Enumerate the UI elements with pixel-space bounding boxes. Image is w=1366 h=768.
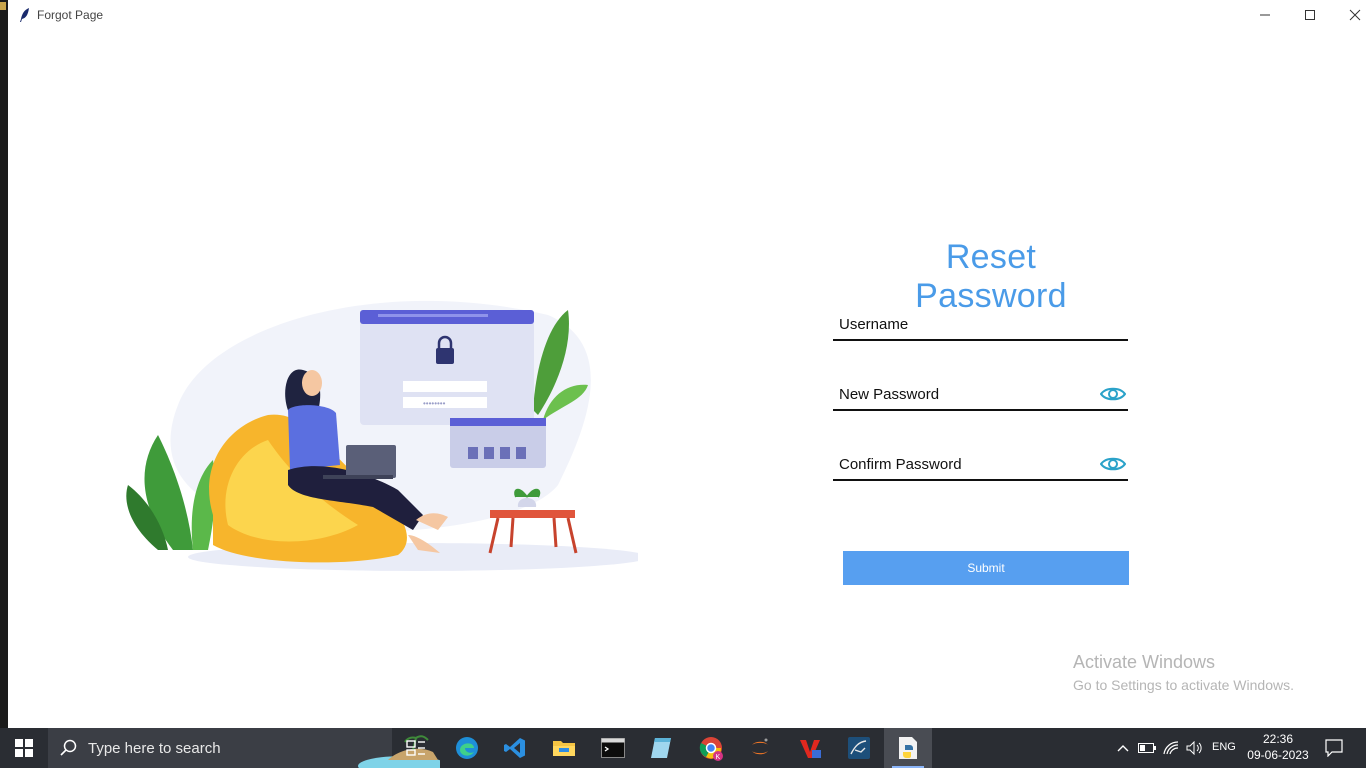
jupyter-button[interactable] <box>736 728 784 768</box>
language-indicator[interactable]: ENG <box>1212 741 1236 753</box>
vscode-button[interactable] <box>491 728 539 768</box>
svg-text:••••••••: •••••••• <box>423 399 446 408</box>
vscode-icon <box>504 738 525 758</box>
taskbar-search[interactable]: Type here to search <box>48 728 440 768</box>
clock-time: 22:36 <box>1262 732 1294 746</box>
maximize-button[interactable] <box>1287 0 1333 30</box>
battery-button[interactable] <box>1136 728 1158 768</box>
eye-icon[interactable] <box>1100 385 1126 403</box>
maximize-icon <box>1305 10 1315 20</box>
notification-icon <box>1325 739 1343 757</box>
mysql-workbench-button[interactable] <box>835 728 883 768</box>
submit-button[interactable]: Submit <box>843 551 1129 585</box>
speaker-icon <box>1186 741 1202 755</box>
chrome-button[interactable]: K <box>687 728 735 768</box>
window-title: Forgot Page <box>37 8 104 22</box>
eye-icon[interactable] <box>1100 455 1126 473</box>
watermark-title: Activate Windows <box>1073 652 1216 672</box>
network-button[interactable] <box>1160 728 1182 768</box>
new-password-input[interactable] <box>837 381 1091 407</box>
jupyter-icon <box>752 738 768 755</box>
title-bar[interactable]: Forgot Page <box>8 0 1366 30</box>
python-idle-button[interactable] <box>884 728 932 768</box>
start-button[interactable] <box>0 728 48 768</box>
show-hidden-icons-button[interactable] <box>1112 728 1134 768</box>
svg-text:K: K <box>716 754 721 761</box>
chevron-up-icon <box>1117 745 1129 752</box>
clock[interactable]: 22:36 09-06-2023 <box>1240 731 1316 763</box>
feather-icon <box>20 8 29 22</box>
close-icon <box>1349 9 1361 21</box>
reset-password-illustration: •••••••• <box>126 300 638 571</box>
search-icon <box>60 739 77 756</box>
notepad-button[interactable] <box>637 728 685 768</box>
activate-windows-watermark: Activate Windows Go to Settings to activ… <box>1073 652 1294 693</box>
username-field <box>833 307 1128 341</box>
desktop-background-strip <box>0 0 8 728</box>
file-explorer-button[interactable] <box>540 728 588 768</box>
task-view-button[interactable] <box>392 728 440 768</box>
page-title: Reset Password <box>915 238 1067 315</box>
python-idle-icon <box>899 737 917 759</box>
new-password-field <box>833 377 1128 411</box>
windows-logo-icon <box>15 739 33 757</box>
clock-date: 09-06-2023 <box>1247 748 1309 762</box>
minimize-button[interactable] <box>1242 0 1288 30</box>
edge-button[interactable] <box>443 728 491 768</box>
username-input[interactable] <box>837 311 1091 337</box>
task-view-icon <box>406 740 425 756</box>
edge-icon <box>456 737 478 759</box>
minimize-icon <box>1260 14 1270 16</box>
chrome-icon: K <box>699 737 723 761</box>
close-button[interactable] <box>1332 0 1366 30</box>
file-explorer-icon <box>553 741 575 756</box>
confirm-password-input[interactable] <box>837 451 1091 477</box>
terminal-button[interactable] <box>589 728 637 768</box>
mysql-workbench-icon <box>848 737 870 759</box>
confirm-password-field <box>833 447 1128 481</box>
watermark-subtitle: Go to Settings to activate Windows. <box>1073 677 1294 693</box>
taskbar: Type here to search K ENG 22:36 09-06-20… <box>0 728 1366 768</box>
winrar-icon <box>800 740 821 758</box>
forgot-page-window: Forgot Page •••••••• Reset Password User… <box>8 0 1366 728</box>
battery-icon <box>1138 743 1156 753</box>
terminal-icon <box>601 738 625 758</box>
notification-center-button[interactable] <box>1318 728 1350 768</box>
winrar-button[interactable] <box>786 728 834 768</box>
search-placeholder: Type here to search <box>88 740 221 757</box>
notepad-icon <box>651 738 671 758</box>
wifi-icon <box>1163 741 1179 755</box>
volume-button[interactable] <box>1184 728 1206 768</box>
